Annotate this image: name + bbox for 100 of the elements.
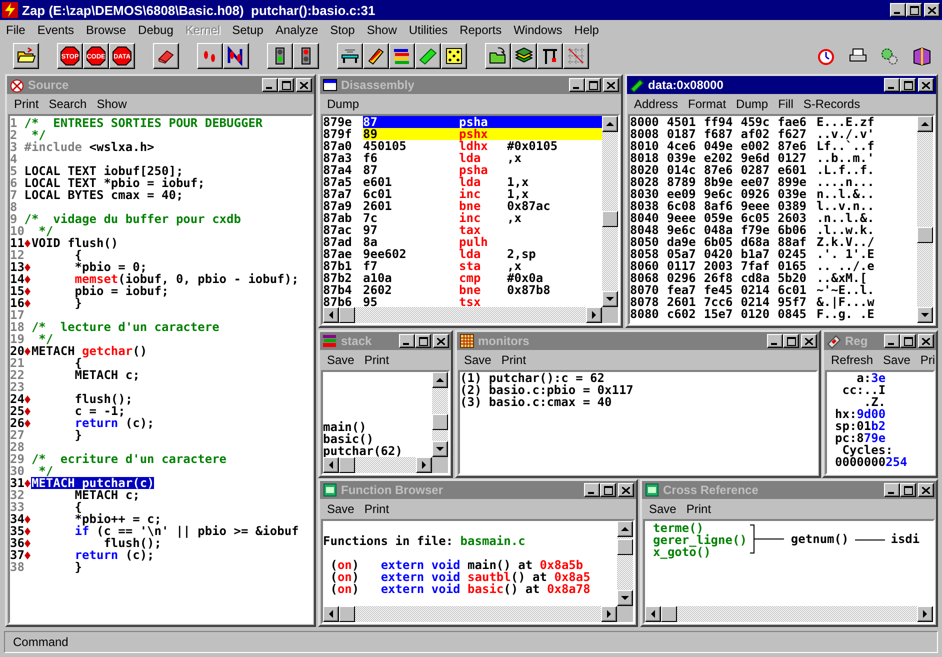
menu-item[interactable]: Refresh	[826, 352, 878, 368]
minimize-button[interactable]	[569, 78, 585, 92]
menu-item[interactable]: Show	[360, 22, 403, 38]
instruction-row[interactable]: 87ac 97 tax	[323, 224, 602, 236]
vertical-scrollbar[interactable]	[917, 116, 933, 323]
close-button[interactable]	[296, 78, 312, 92]
instruction-row[interactable]: 87ae 9ee602 lda 2,sp	[323, 248, 602, 260]
scroll-arrow-button[interactable]	[602, 291, 618, 307]
toolbar-button[interactable]	[293, 43, 319, 69]
scroll-arrow-button[interactable]	[602, 116, 618, 132]
menu-item[interactable]: Save	[322, 352, 360, 368]
instruction-row[interactable]: 87a5 e601 lda 1,x	[323, 176, 602, 188]
menu-item[interactable]: Dump	[731, 96, 774, 112]
function-name[interactable]: terme()	[653, 522, 747, 534]
function-name[interactable]: isdi	[884, 533, 926, 545]
scroll-thumb[interactable]	[432, 414, 448, 430]
scroll-arrow-button[interactable]	[645, 606, 661, 622]
scroll-arrow-button[interactable]	[617, 590, 633, 606]
horizontal-scrollbar[interactable]	[323, 457, 432, 473]
instruction-row[interactable]: 87b4 2602 bne 0x87b8	[323, 284, 602, 296]
toolbar-button[interactable]	[511, 43, 537, 69]
toolbar-button[interactable]	[485, 43, 511, 69]
menu-item[interactable]: Save	[322, 501, 360, 517]
horizontal-scrollbar[interactable]	[323, 606, 617, 622]
maximize-button[interactable]	[585, 78, 601, 92]
scroll-arrow-button[interactable]	[323, 307, 339, 323]
instruction-row[interactable]: 87b1 f7 sta ,x	[323, 260, 602, 272]
maximize-button[interactable]	[783, 334, 799, 348]
toolbar-button[interactable]	[223, 43, 249, 69]
menu-item[interactable]: Help	[568, 22, 605, 38]
instruction-row[interactable]: 87a7 6c01 inc 1,x	[323, 188, 602, 200]
menu-item[interactable]: Save	[459, 352, 496, 368]
function-name[interactable]: gerer_ligne()	[653, 534, 747, 546]
toolbar-button[interactable]	[197, 43, 223, 69]
instruction-row[interactable]: 87a4 87 psha	[323, 164, 602, 176]
menu-item[interactable]: Save	[644, 501, 682, 517]
scroll-thumb[interactable]	[617, 538, 633, 555]
menu-item[interactable]: Print	[496, 352, 532, 368]
scroll-arrow-button[interactable]	[917, 606, 933, 622]
function-entry[interactable]: (on) extern void basic() at 0x8a78	[323, 583, 617, 595]
stack-frame[interactable]: basic()	[323, 433, 432, 445]
menu-item[interactable]: Print	[359, 352, 394, 368]
scroll-arrow-button[interactable]	[323, 457, 339, 473]
scroll-arrow-button[interactable]	[601, 606, 617, 622]
vertical-scrollbar[interactable]	[617, 521, 633, 606]
maximize-button[interactable]	[415, 334, 431, 348]
scroll-arrow-button[interactable]	[586, 307, 602, 323]
menu-item[interactable]: Windows	[508, 22, 568, 38]
toolbar-button[interactable]	[537, 43, 563, 69]
horizontal-scrollbar[interactable]	[323, 307, 602, 323]
minimize-button[interactable]	[884, 483, 900, 497]
instruction-row[interactable]: 87ad 8a pulh	[323, 236, 602, 248]
toolbar-button[interactable]	[441, 43, 467, 69]
scroll-thumb[interactable]	[339, 307, 355, 323]
instruction-row[interactable]: 87a9 2601 bne 0x87ac	[323, 200, 602, 212]
toolbar-button[interactable]	[153, 43, 179, 69]
menu-item[interactable]: Debug	[132, 22, 180, 38]
menu-item[interactable]: Print	[9, 96, 44, 112]
resize-grip[interactable]	[617, 606, 633, 622]
scroll-arrow-button[interactable]	[432, 441, 448, 457]
scroll-arrow-button[interactable]	[917, 307, 933, 323]
scroll-arrow-button[interactable]	[432, 372, 448, 388]
resize-grip[interactable]	[432, 457, 448, 473]
menu-item[interactable]: Format	[683, 96, 732, 112]
menu-item[interactable]: Print	[681, 501, 716, 517]
scroll-thumb[interactable]	[917, 227, 933, 244]
toolbar-button[interactable]	[363, 43, 389, 69]
scroll-thumb[interactable]	[339, 606, 355, 622]
menu-item[interactable]: Fill	[773, 96, 798, 112]
horizontal-scrollbar[interactable]	[645, 606, 933, 622]
menu-item[interactable]: Setup	[226, 22, 270, 38]
menu-item[interactable]: Browse	[80, 22, 132, 38]
instruction-row[interactable]: 87a3 f6 lda ,x	[323, 152, 602, 164]
toolbar-button[interactable]	[337, 43, 363, 69]
maximize-button[interactable]	[600, 483, 616, 497]
scroll-arrow-button[interactable]	[323, 606, 339, 622]
maximize-button[interactable]	[278, 78, 294, 92]
toolbar-button[interactable]	[13, 43, 39, 69]
toolbar-button[interactable]	[563, 43, 589, 69]
menu-item[interactable]: Analyze	[269, 22, 324, 38]
instruction-row[interactable]: 87b6 95 tsx	[323, 296, 602, 307]
scroll-thumb[interactable]	[661, 606, 677, 622]
maximize-button[interactable]	[900, 334, 916, 348]
menu-item[interactable]: Utilities	[402, 22, 454, 38]
scroll-thumb[interactable]	[339, 457, 355, 473]
minimize-button[interactable]	[884, 334, 900, 348]
stack-frame[interactable]: main()	[323, 421, 432, 433]
scroll-thumb[interactable]	[602, 210, 618, 227]
close-button[interactable]	[603, 78, 619, 92]
menu-item[interactable]: S-Records	[798, 96, 866, 112]
menu-item[interactable]: Events	[31, 22, 80, 38]
function-name[interactable]: getnum()	[784, 533, 855, 545]
instruction-row[interactable]: 87b2 a10a cmp #0x0a	[323, 272, 602, 284]
toolbar-button[interactable]	[415, 43, 441, 69]
menu-item[interactable]: Reports	[454, 22, 508, 38]
menu-item[interactable]: Print	[359, 501, 394, 517]
vertical-scrollbar[interactable]	[432, 372, 448, 457]
toolbar-button[interactable]	[267, 43, 293, 69]
menu-item[interactable]: Search	[44, 96, 92, 112]
menu-item[interactable]: Save	[878, 352, 916, 368]
